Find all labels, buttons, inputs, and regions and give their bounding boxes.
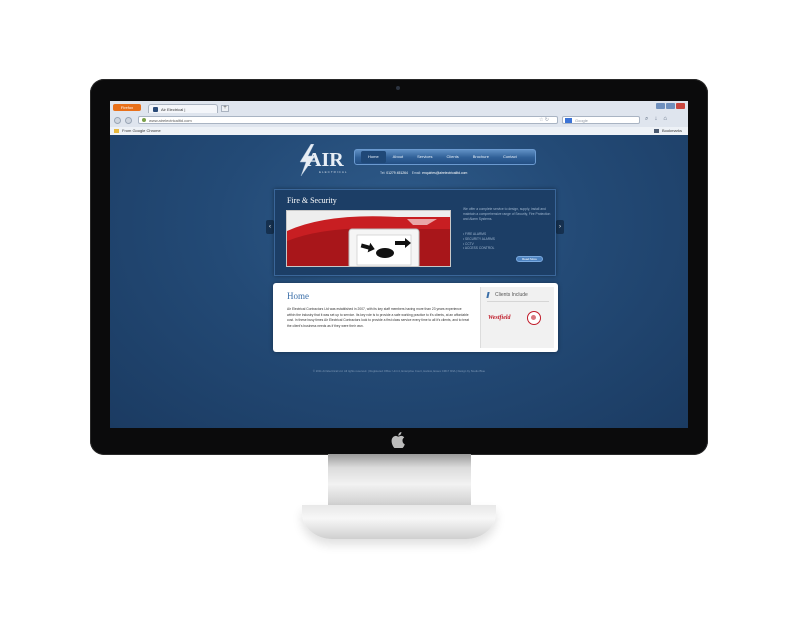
- home-intro-text: Air Electrical Contractors Ltd was estab…: [287, 307, 470, 328]
- bolt-icon: [486, 292, 492, 298]
- divider: [487, 301, 549, 302]
- contact-info: Tel: 01279 451264 Email: enquiries@airel…: [380, 171, 467, 175]
- logo-subtext: ELECTRICAL: [319, 170, 348, 174]
- window-controls: [656, 103, 685, 109]
- nav-contact[interactable]: Contact: [496, 151, 524, 163]
- fire-alarm-call-point-picture: [287, 211, 450, 266]
- tab-title: Air Electrical |: [161, 107, 186, 112]
- monitor: Firefox Air Electrical | + www.airelectr…: [90, 79, 708, 455]
- search-placeholder: Google: [575, 118, 588, 123]
- tel-label: Tel:: [380, 171, 386, 175]
- new-tab-button[interactable]: +: [221, 105, 229, 112]
- apple-logo-icon: [391, 432, 405, 448]
- minimize-icon[interactable]: [656, 103, 665, 109]
- clients-heading: Clients Include: [486, 292, 528, 298]
- forward-icon[interactable]: [125, 117, 132, 124]
- email-link[interactable]: enquiries@airelectricalltd.com: [422, 171, 467, 175]
- site-logo[interactable]: AIR ELECTRICAL: [297, 144, 347, 176]
- slider-prev-button[interactable]: ‹: [266, 220, 274, 234]
- service-list: • FIRE ALARMS • SECURITY ALARMS • CCTV •…: [463, 232, 495, 251]
- folder-icon: [114, 129, 119, 133]
- monitor-stand: [328, 454, 471, 509]
- clients-heading-text: Clients Include: [495, 292, 528, 298]
- site-identity-icon[interactable]: [142, 118, 146, 122]
- slide-title: Fire & Security: [287, 196, 337, 205]
- url-input[interactable]: www.airelectricalltd.com ☆ ↻: [138, 116, 558, 124]
- home-icon[interactable]: ⌂: [663, 116, 667, 123]
- nav-about[interactable]: About: [386, 151, 410, 163]
- back-icon[interactable]: [114, 117, 121, 124]
- search-input[interactable]: Google: [562, 116, 640, 124]
- nav-services[interactable]: Services: [410, 151, 439, 163]
- toolbar-icons: ⌕ ↓ ⌂: [645, 116, 667, 123]
- search-icon[interactable]: ⌕: [645, 116, 648, 123]
- home-content-panel: Home Air Electrical Contractors Ltd was …: [273, 283, 558, 352]
- tel-number[interactable]: 01279 451264: [386, 171, 408, 175]
- logo-text: AIR: [307, 149, 344, 171]
- site-footer: © 2011 Air Electrical Ltd. All rights re…: [312, 369, 486, 373]
- bookmarks-bar: From Google Chrome Bookmarks: [110, 127, 688, 135]
- slide-description: We offer a complete service to design, s…: [463, 207, 551, 221]
- main-navigation: Home About Services Clients Brochure Con…: [354, 149, 536, 165]
- url-text: www.airelectricalltd.com: [149, 118, 192, 123]
- bookmarks-icon: [653, 129, 659, 133]
- navigation-bar: www.airelectricalltd.com ☆ ↻ Google ⌕ ↓ …: [110, 115, 688, 126]
- browser-tab[interactable]: Air Electrical |: [148, 104, 218, 113]
- bookmark-label: From Google Chrome: [122, 128, 161, 133]
- monitor-stand-base: [302, 505, 496, 539]
- fire-alarm-image: [286, 210, 451, 267]
- firefox-menu-button[interactable]: Firefox: [113, 104, 141, 111]
- close-icon[interactable]: [676, 103, 685, 109]
- feature-slider: Fire & Security We offer a complete serv…: [274, 189, 556, 276]
- read-more-button[interactable]: Read More: [516, 256, 543, 262]
- browser-toolbar: Firefox Air Electrical | + www.airelectr…: [110, 101, 688, 135]
- screen: Firefox Air Electrical | + www.airelectr…: [110, 101, 688, 428]
- download-icon[interactable]: ↓: [654, 116, 657, 123]
- favicon-icon: [153, 107, 158, 112]
- page-title: Home: [287, 291, 309, 301]
- nav-home[interactable]: Home: [361, 151, 386, 163]
- westfield-logo: Westfield: [488, 315, 511, 321]
- email-label: Email:: [411, 171, 422, 175]
- bookmark-item[interactable]: From Google Chrome: [114, 127, 161, 135]
- search-engine-icon[interactable]: [565, 118, 572, 123]
- nav-brochure[interactable]: Brochure: [466, 151, 496, 163]
- bookmarks-label: Bookmarks: [661, 128, 682, 133]
- website-viewport: AIR ELECTRICAL Home About Services Clien…: [110, 135, 688, 428]
- nav-clients[interactable]: Clients: [439, 151, 465, 163]
- bookmark-star-icon[interactable]: ☆ ↻: [539, 117, 549, 124]
- camera-dot: [396, 86, 400, 90]
- client-crest-logo: [527, 311, 541, 325]
- slider-next-button[interactable]: ›: [556, 220, 564, 234]
- list-item: • ACCESS CONTROL: [463, 246, 495, 251]
- maximize-icon[interactable]: [666, 103, 675, 109]
- bookmarks-menu[interactable]: Bookmarks: [653, 127, 682, 135]
- clients-box: Clients Include Westfield: [480, 287, 554, 348]
